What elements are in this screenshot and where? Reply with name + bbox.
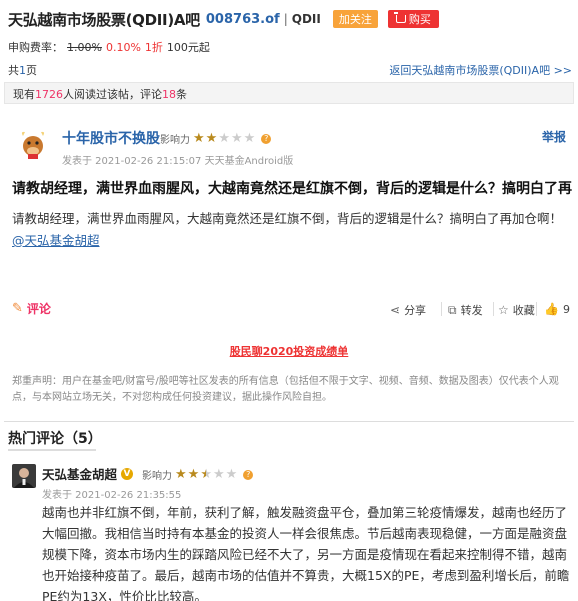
help-icon[interactable]: ? <box>261 133 272 144</box>
commenter-influence: 影响力 ★ ★ ★ ★ ★ ? <box>142 467 254 482</box>
page-count-suffix: 页 <box>26 64 37 77</box>
repost-button[interactable]: ⧉ 转发 <box>448 302 483 318</box>
verified-badge-icon: V <box>121 467 134 480</box>
star-icon: ★ <box>225 467 238 482</box>
report-button[interactable]: 举报 <box>542 128 566 145</box>
buy-button-label: 购买 <box>408 13 431 26</box>
post-title: 请教胡经理，满世界血雨腥风，大越南竟然还是红旗不倒，背后的逻辑是什么？搞明白了再 <box>12 181 572 197</box>
share-button[interactable]: ⋖ 分享 <box>390 302 426 318</box>
commenter-name-text: 天弘基金胡超 <box>42 467 118 482</box>
star-icon: ★ <box>175 467 187 482</box>
like-button[interactable]: 👍 9 <box>544 302 570 316</box>
page-number[interactable]: 1 <box>19 64 26 77</box>
star-icon: ★ <box>187 467 200 482</box>
fund-title[interactable]: 天弘越南市场股票(QDII)A吧 <box>8 9 200 30</box>
page-count: 共1页 <box>8 62 37 78</box>
star-icon: ★ <box>193 131 205 146</box>
hot-comments-title: 热门评论（5） <box>8 431 102 447</box>
fund-header: 天弘越南市场股票(QDII)A吧 008763.of | QDII 加关注 购买 <box>8 6 570 32</box>
main-post: 十年股市不换股 影响力 ★ ★ ★ ★ ★ ? 发表于 2021-02-26 21:15… <box>4 110 574 403</box>
fee-rate-row: 申购费率： 1.00% 0.10% 1折 100元起 <box>8 39 210 55</box>
pencil-icon: ✎ <box>12 301 23 316</box>
repost-icon: ⧉ <box>448 302 457 317</box>
repost-label: 转发 <box>460 304 483 317</box>
commenter-avatar[interactable] <box>12 464 36 488</box>
mention-link[interactable]: @天弘基金胡超 <box>12 233 100 248</box>
post-meta: 发表于 2021-02-26 21:15:07 天天基金Android版 <box>62 156 294 167</box>
fee-original: 1.00% <box>67 41 102 54</box>
help-icon[interactable]: ? <box>243 469 254 480</box>
comment-meta: 发表于 2021-02-26 21:35:55 <box>42 490 182 501</box>
read-stats-bar: 现有1726人阅读过该帖，评论18条 <box>4 82 574 104</box>
fee-minimum: 100元起 <box>166 41 210 54</box>
author-avatar[interactable] <box>16 126 50 160</box>
star-icon: ★ <box>243 131 256 146</box>
promo-link[interactable]: 股民聊2020投资成绩单 <box>4 343 574 359</box>
comment-button[interactable]: ✎ 评论 <box>12 300 51 317</box>
qdii-tag: QDII <box>291 12 321 26</box>
half-star-icon: ★ <box>200 467 212 482</box>
stats-text-3: 条 <box>176 88 187 101</box>
divider <box>441 302 442 316</box>
favorite-label: 收藏 <box>512 304 535 317</box>
stats-text-2: 人阅读过该帖，评论 <box>63 88 162 101</box>
hot-comments-underline <box>8 449 96 451</box>
pager-row: 共1页 返回天弘越南市场股票(QDII)A吧 >> <box>8 62 572 78</box>
fund-code-link[interactable]: 008763.of <box>206 12 280 27</box>
favorite-button[interactable]: ☆ 收藏 <box>498 302 535 318</box>
cart-icon <box>393 12 406 23</box>
commenter-name[interactable]: 天弘基金胡超 V <box>42 464 134 483</box>
star-icon: ★ <box>205 131 218 146</box>
disclaimer: 郑重声明：用户在基金吧/财富号/股吧等社区发表的所有信息（包括但不限于文字、视频… <box>12 376 559 403</box>
star-outline-icon: ☆ <box>498 303 509 317</box>
post-influence: 影响力 ★ ★ ★ ★ ★ ? <box>160 131 272 146</box>
like-count: 9 <box>562 302 570 316</box>
star-icon: ★ <box>212 467 225 482</box>
comment-label: 评论 <box>26 302 51 316</box>
follow-button[interactable]: 加关注 <box>332 10 378 28</box>
fee-label: 申购费率： <box>8 41 63 54</box>
section-divider <box>4 421 574 422</box>
person-photo-icon <box>12 464 36 488</box>
stats-text-1: 现有 <box>13 88 35 101</box>
page-count-prefix: 共 <box>8 64 19 77</box>
header-separator: | <box>283 12 288 26</box>
thumbs-up-icon: 👍 <box>544 302 559 316</box>
post-author-name[interactable]: 十年股市不换股 <box>62 128 160 148</box>
star-icon: ★ <box>230 131 243 146</box>
influence-label: 影响力 <box>160 135 190 146</box>
influence-label: 影响力 <box>142 471 172 482</box>
share-icon: ⋖ <box>390 303 401 317</box>
influence-stars: ★ ★ ★ ★ ★ <box>175 468 237 481</box>
divider <box>536 302 537 316</box>
fee-discount: 1折 <box>144 41 163 54</box>
ox-mascot-icon <box>17 127 49 159</box>
comment-body: 越南也并非红旗不倒，年前，获利了解，触发融资盘平仓，叠加第三轮疫情爆发，越南也经… <box>42 505 570 601</box>
post-body: 请教胡经理，满世界血雨腥风，大越南竟然还是红旗不倒，背后的逻辑是什么？搞明白了再… <box>12 208 570 252</box>
star-icon: ★ <box>218 131 230 146</box>
buy-button[interactable]: 购买 <box>387 10 439 28</box>
post-actions: ✎ 评论 ⋖ 分享 ⧉ 转发 ☆ 收藏 👍 9 <box>4 300 574 320</box>
fee-current: 0.10% <box>105 41 141 54</box>
share-label: 分享 <box>404 304 427 317</box>
post-body-text: 请教胡经理，满世界血雨腥风，大越南竟然还是红旗不倒，背后的逻辑是什么？搞明白了再… <box>12 211 563 226</box>
influence-stars: ★ ★ ★ ★ ★ <box>193 132 255 145</box>
back-to-forum-link[interactable]: 返回天弘越南市场股票(QDII)A吧 >> <box>389 62 572 78</box>
reader-count: 1726 <box>35 88 63 101</box>
divider <box>493 302 494 316</box>
comment-count: 18 <box>162 88 176 101</box>
